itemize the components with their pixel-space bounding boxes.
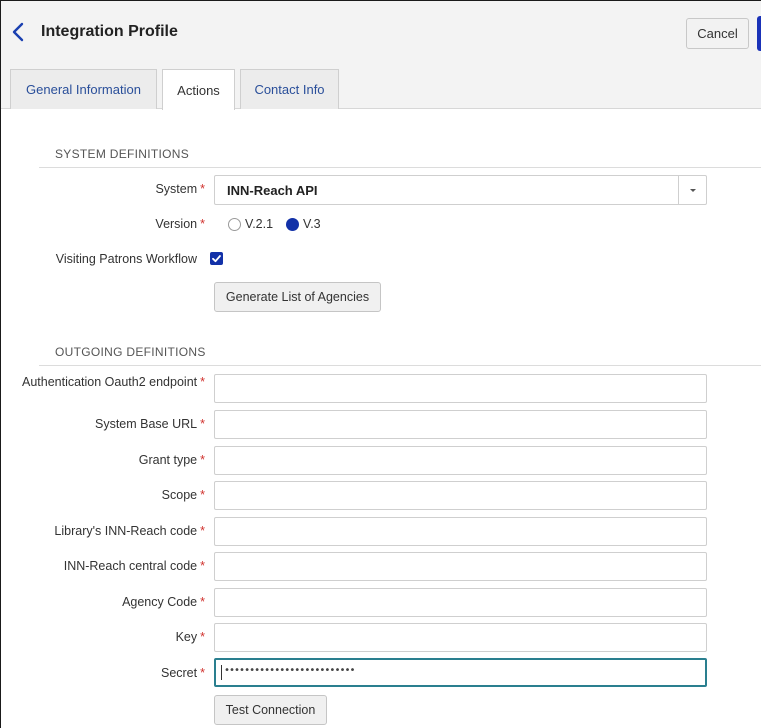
required-marker: * (200, 488, 205, 502)
select-divider (678, 176, 679, 204)
visiting-patrons-checkbox[interactable] (210, 252, 223, 265)
tab-actions[interactable]: Actions (162, 69, 235, 110)
version-label: Version * (155, 217, 205, 231)
visiting-patrons-label: Visiting Patrons Workflow (55, 252, 197, 266)
grant-type-input[interactable] (214, 446, 707, 475)
tab-general-information[interactable]: General Information (10, 69, 157, 109)
caret-down-icon[interactable] (687, 184, 699, 196)
required-marker: * (200, 375, 205, 389)
key-input[interactable] (214, 623, 707, 652)
cancel-button[interactable]: Cancel (686, 18, 749, 49)
tab-label: Contact Info (254, 82, 325, 97)
oauth2-endpoint-label: Authentication Oauth2 endpoint * (21, 375, 205, 389)
section-divider (39, 167, 761, 168)
secret-label: Secret * (160, 666, 205, 680)
required-marker: * (200, 630, 205, 644)
section-divider (39, 365, 761, 366)
tab-contact-info[interactable]: Contact Info (240, 69, 339, 109)
page-header: Integration Profile Cancel (1, 1, 761, 66)
inn-reach-central-code-input[interactable] (214, 552, 707, 581)
system-select[interactable]: INN-Reach API (214, 175, 707, 205)
system-label: System * (155, 182, 205, 196)
required-marker: * (200, 453, 205, 467)
checkmark-icon (212, 255, 221, 263)
version-radio-v2-1[interactable] (228, 218, 241, 231)
required-marker: * (200, 217, 205, 231)
tab-label: Actions (177, 82, 220, 98)
agency-code-input[interactable] (214, 588, 707, 617)
system-select-value: INN-Reach API (227, 183, 318, 198)
scope-label: Scope * (161, 488, 205, 502)
secret-value: •••••••••••••••••••••••••• (224, 665, 356, 676)
back-button[interactable] (9, 20, 29, 44)
tab-label: General Information (26, 82, 141, 97)
system-base-url-label: System Base URL * (95, 417, 205, 431)
chevron-left-icon (12, 22, 24, 42)
version-option-label: V.3 (303, 217, 321, 231)
system-base-url-input[interactable] (214, 410, 707, 439)
secret-input[interactable]: •••••••••••••••••••••••••• (214, 658, 707, 687)
inn-reach-central-code-label: INN-Reach central code * (63, 559, 205, 573)
required-marker: * (200, 524, 205, 538)
required-marker: * (200, 666, 205, 680)
agency-code-label: Agency Code * (122, 595, 205, 609)
library-inn-reach-code-input[interactable] (214, 517, 707, 546)
version-option-label: V.2.1 (245, 217, 274, 231)
section-title-system-definitions: SYSTEM DEFINITIONS (55, 147, 190, 161)
scope-input[interactable] (214, 481, 707, 510)
test-connection-button[interactable]: Test Connection (214, 695, 327, 725)
tab-bar: General Information Actions Contact Info (1, 66, 761, 110)
grant-type-label: Grant type * (138, 453, 205, 467)
integration-profile-page: Integration Profile Cancel General Infor… (0, 0, 761, 728)
oauth2-endpoint-input[interactable] (214, 374, 707, 403)
required-marker: * (200, 182, 205, 196)
generate-list-of-agencies-button[interactable]: Generate List of Agencies (214, 282, 381, 312)
library-inn-reach-code-label: Library's INN-Reach code * (54, 524, 205, 538)
save-button-edge[interactable] (757, 16, 761, 51)
required-marker: * (200, 417, 205, 431)
required-marker: * (200, 595, 205, 609)
section-title-outgoing-definitions: OUTGOING DEFINITIONS (55, 345, 206, 359)
required-marker: * (200, 559, 205, 573)
key-label: Key * (175, 630, 205, 644)
text-cursor (221, 665, 222, 680)
page-title: Integration Profile (41, 23, 178, 40)
version-radio-v3[interactable] (286, 218, 299, 231)
